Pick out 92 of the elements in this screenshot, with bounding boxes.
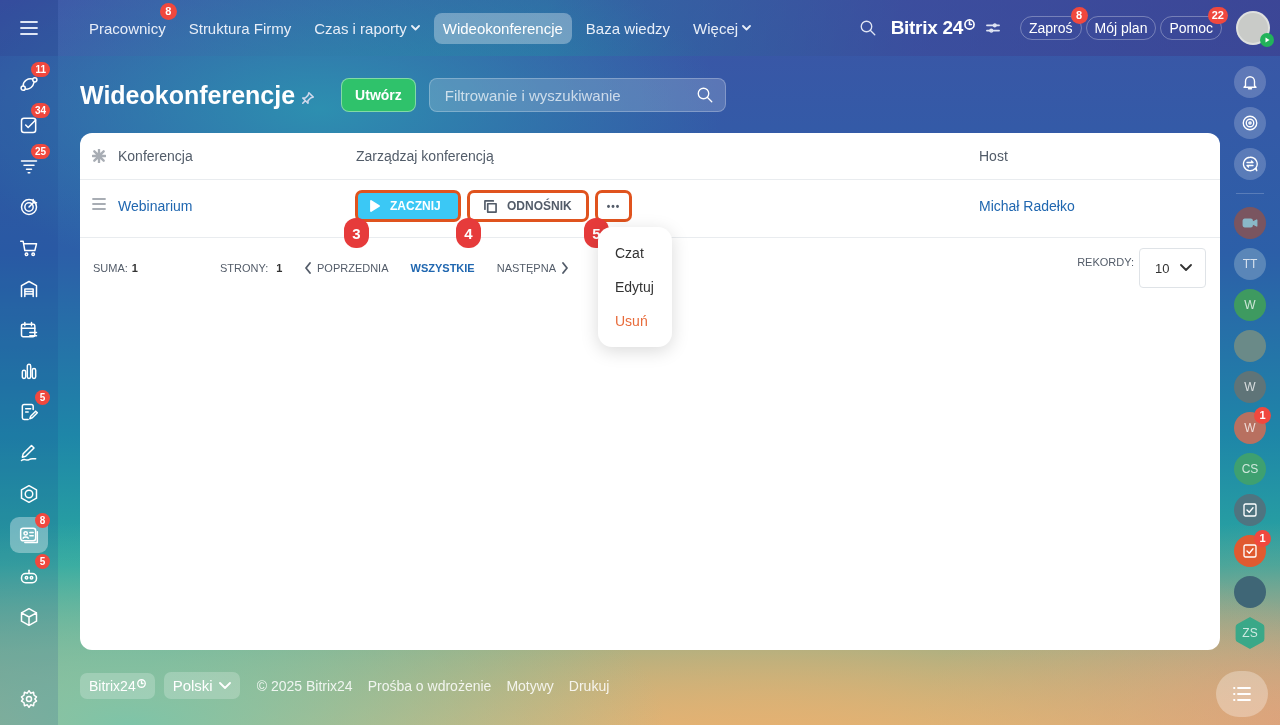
pen-icon <box>19 443 39 463</box>
menu-icon <box>20 21 38 35</box>
nav-tab[interactable]: Wideokonferencje <box>433 12 572 44</box>
nav-tab[interactable]: Baza wiedzy <box>576 12 680 44</box>
notifications-button[interactable] <box>1234 66 1266 98</box>
counter-badge: 1 <box>1254 407 1271 424</box>
column-header: Zarządzaj konferencją <box>356 148 494 164</box>
play-icon <box>370 200 380 212</box>
chevron-down-icon <box>218 681 231 690</box>
chat-icon <box>1241 155 1259 173</box>
sliders-icon <box>985 21 1000 35</box>
warehouse-icon <box>19 279 39 299</box>
pager-link[interactable]: WSZYSTKIE <box>410 262 475 274</box>
counter-badge: 8 <box>35 513 50 528</box>
bell-icon <box>1241 73 1259 91</box>
calendar-icon <box>19 320 39 340</box>
copy-icon <box>484 199 497 213</box>
pager-link[interactable]: POPRZEDNIA <box>304 262 389 274</box>
brand-logo[interactable]: Bitrix 24 <box>890 17 963 39</box>
footer-link[interactable]: Drukuj <box>568 677 610 694</box>
task-chat-button[interactable] <box>1234 494 1266 526</box>
clock-icon <box>136 678 146 688</box>
page-title: Wideokonferencje <box>80 80 296 110</box>
nodes-icon <box>19 74 39 94</box>
pages-value: 1 <box>276 262 283 274</box>
copyright-text: © 2025 Bitrix24 <box>256 677 353 694</box>
task-chat-button[interactable] <box>1234 535 1266 567</box>
column-header: Konferencja <box>118 148 193 164</box>
chevron-down-icon <box>1180 264 1192 272</box>
counter-badge: 5 <box>35 554 50 569</box>
contact-card-icon <box>19 525 39 545</box>
chevron-icon <box>742 25 752 31</box>
cart-icon <box>19 238 39 258</box>
chevron-left-icon <box>304 262 312 274</box>
nav-tab[interactable]: Czas i raporty <box>305 12 429 44</box>
counter-badge: 11 <box>31 62 50 77</box>
menu-button[interactable] <box>0 0 58 56</box>
pages-label: STRONY: <box>220 262 269 274</box>
host-link[interactable]: Michał Radełko <box>979 198 1075 214</box>
counter-badge: 22 <box>1207 7 1228 24</box>
footer-link[interactable]: Motywy <box>506 677 554 694</box>
task-icon <box>1241 542 1259 560</box>
chat-button[interactable] <box>1234 148 1266 180</box>
settings-icon <box>19 689 39 709</box>
clock-icon <box>963 19 975 30</box>
search-icon[interactable] <box>858 19 877 37</box>
video-chat-button[interactable] <box>1234 207 1266 239</box>
box-icon <box>19 607 39 627</box>
start-button[interactable]: ZACZNIJ <box>356 191 460 221</box>
menu-item[interactable]: Usuń <box>598 304 672 338</box>
counter-badge: 34 <box>30 103 50 118</box>
total-label: SUMA: <box>93 262 128 274</box>
chat-avatar[interactable]: W <box>1234 371 1266 403</box>
chevron-icon <box>410 25 420 31</box>
target-icon <box>19 197 39 217</box>
conference-link[interactable]: Webinarium <box>118 198 193 214</box>
chat-avatar[interactable]: W <box>1234 289 1266 321</box>
counter-badge: 25 <box>30 144 50 159</box>
chat-avatar[interactable]: TT <box>1234 248 1266 280</box>
column-header: Host <box>979 148 1008 164</box>
step-marker: 4 <box>456 218 481 248</box>
bar-chart-icon <box>19 361 39 381</box>
document-pen-icon <box>19 402 39 422</box>
chat-avatar[interactable]: ZS <box>1234 617 1266 649</box>
create-button[interactable]: Utwórz <box>341 78 416 112</box>
menu-item[interactable]: Edytuj <box>598 270 672 304</box>
counter-badge: 1 <box>1254 530 1271 547</box>
chevron-right-icon <box>561 262 569 274</box>
more-button[interactable]: ••• <box>596 191 631 221</box>
total-value: 1 <box>131 262 138 274</box>
chat-avatar[interactable]: CS <box>1234 453 1266 485</box>
task-icon <box>1241 501 1259 519</box>
pager-link[interactable]: NASTĘPNA <box>496 262 569 274</box>
disc-icon <box>1241 114 1259 132</box>
copy-link-button[interactable]: ODNOŚNIK <box>468 191 588 221</box>
records-select[interactable]: 10 <box>1139 248 1206 288</box>
step-marker: 3 <box>344 218 369 248</box>
footer-link[interactable]: Prośba o wdrożenie <box>367 677 492 694</box>
pin-icon <box>301 91 316 105</box>
counter-badge: 8 <box>1070 7 1088 24</box>
nav-tab[interactable]: Struktura Firmy <box>179 12 301 44</box>
counter-badge: 5 <box>35 390 50 405</box>
list-icon <box>1233 687 1251 701</box>
search-icon <box>695 86 714 104</box>
records-label: REKORDY: <box>1077 256 1134 268</box>
play-icon <box>1260 33 1274 47</box>
hexagon-icon <box>19 484 39 504</box>
disc-button[interactable] <box>1234 107 1266 139</box>
drag-handle-icon <box>92 198 106 210</box>
checkbox-icon <box>19 115 39 135</box>
nav-tab[interactable]: Więcej <box>684 12 761 44</box>
counter-badge: 8 <box>159 2 177 20</box>
